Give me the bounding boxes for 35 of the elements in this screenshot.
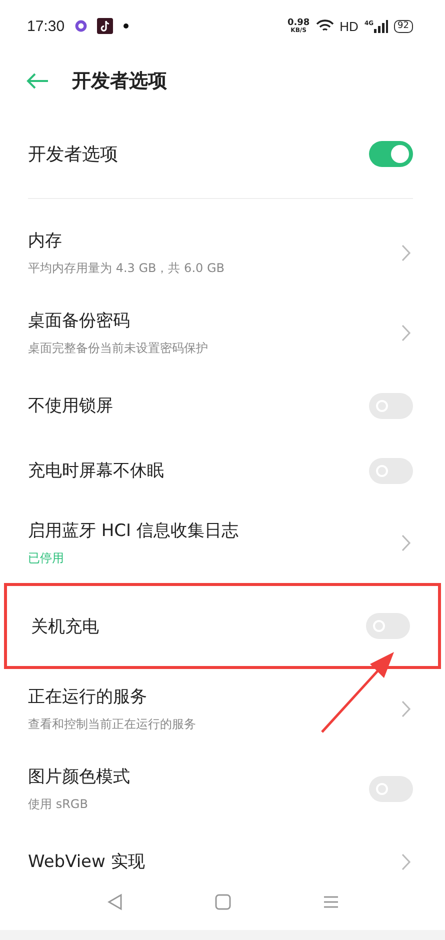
setting-description: 使用 sRGB [28, 796, 89, 813]
chevron-right-icon [401, 534, 411, 552]
chevron-right-icon [401, 700, 411, 718]
ring-icon [74, 20, 87, 32]
setting-description: 查看和控制当前正在运行的服务 [28, 716, 196, 733]
chevron-right-icon [401, 852, 411, 870]
speed-value: 0.98 [287, 18, 310, 28]
setting-label: 图片颜色模式 [28, 766, 130, 788]
home-nav-icon [215, 894, 232, 910]
menu-nav-icon [323, 895, 340, 909]
setting-label: WebView 实现 [28, 851, 145, 873]
toggle-switch[interactable] [369, 141, 413, 167]
chevron-right-icon [401, 244, 411, 262]
back-arrow-icon [26, 73, 50, 89]
app-icon [96, 18, 113, 34]
setting-description: 平均内存用量为 4.3 GB，共 6.0 GB [28, 260, 224, 277]
setting-description: 桌面完整备份当前未设置密码保护 [28, 340, 208, 357]
wifi-icon [316, 19, 334, 33]
signal-icon [374, 20, 388, 32]
setting-label: 桌面备份密码 [28, 310, 131, 332]
dot-icon [122, 23, 129, 29]
setting-label: 开发者选项 [28, 143, 118, 166]
setting-label: 充电时屏幕不休眠 [28, 460, 164, 482]
setting-status: 已停用 [28, 550, 65, 567]
setting-label: 不使用锁屏 [28, 395, 113, 417]
setting-label: 正在运行的服务 [28, 686, 148, 708]
setting-label: 内存 [28, 230, 63, 252]
setting-label: 关机充电 [31, 616, 99, 638]
clock-time: 17:30 [27, 18, 65, 34]
page-title: 开发者选项 [72, 69, 167, 94]
back-nav-icon [106, 893, 124, 911]
setting-label: 启用蓝牙 HCI 信息收集日志 [28, 520, 238, 542]
battery-level: 92 [394, 20, 413, 32]
chevron-right-icon [401, 324, 411, 342]
hd-label: HD [340, 18, 358, 34]
